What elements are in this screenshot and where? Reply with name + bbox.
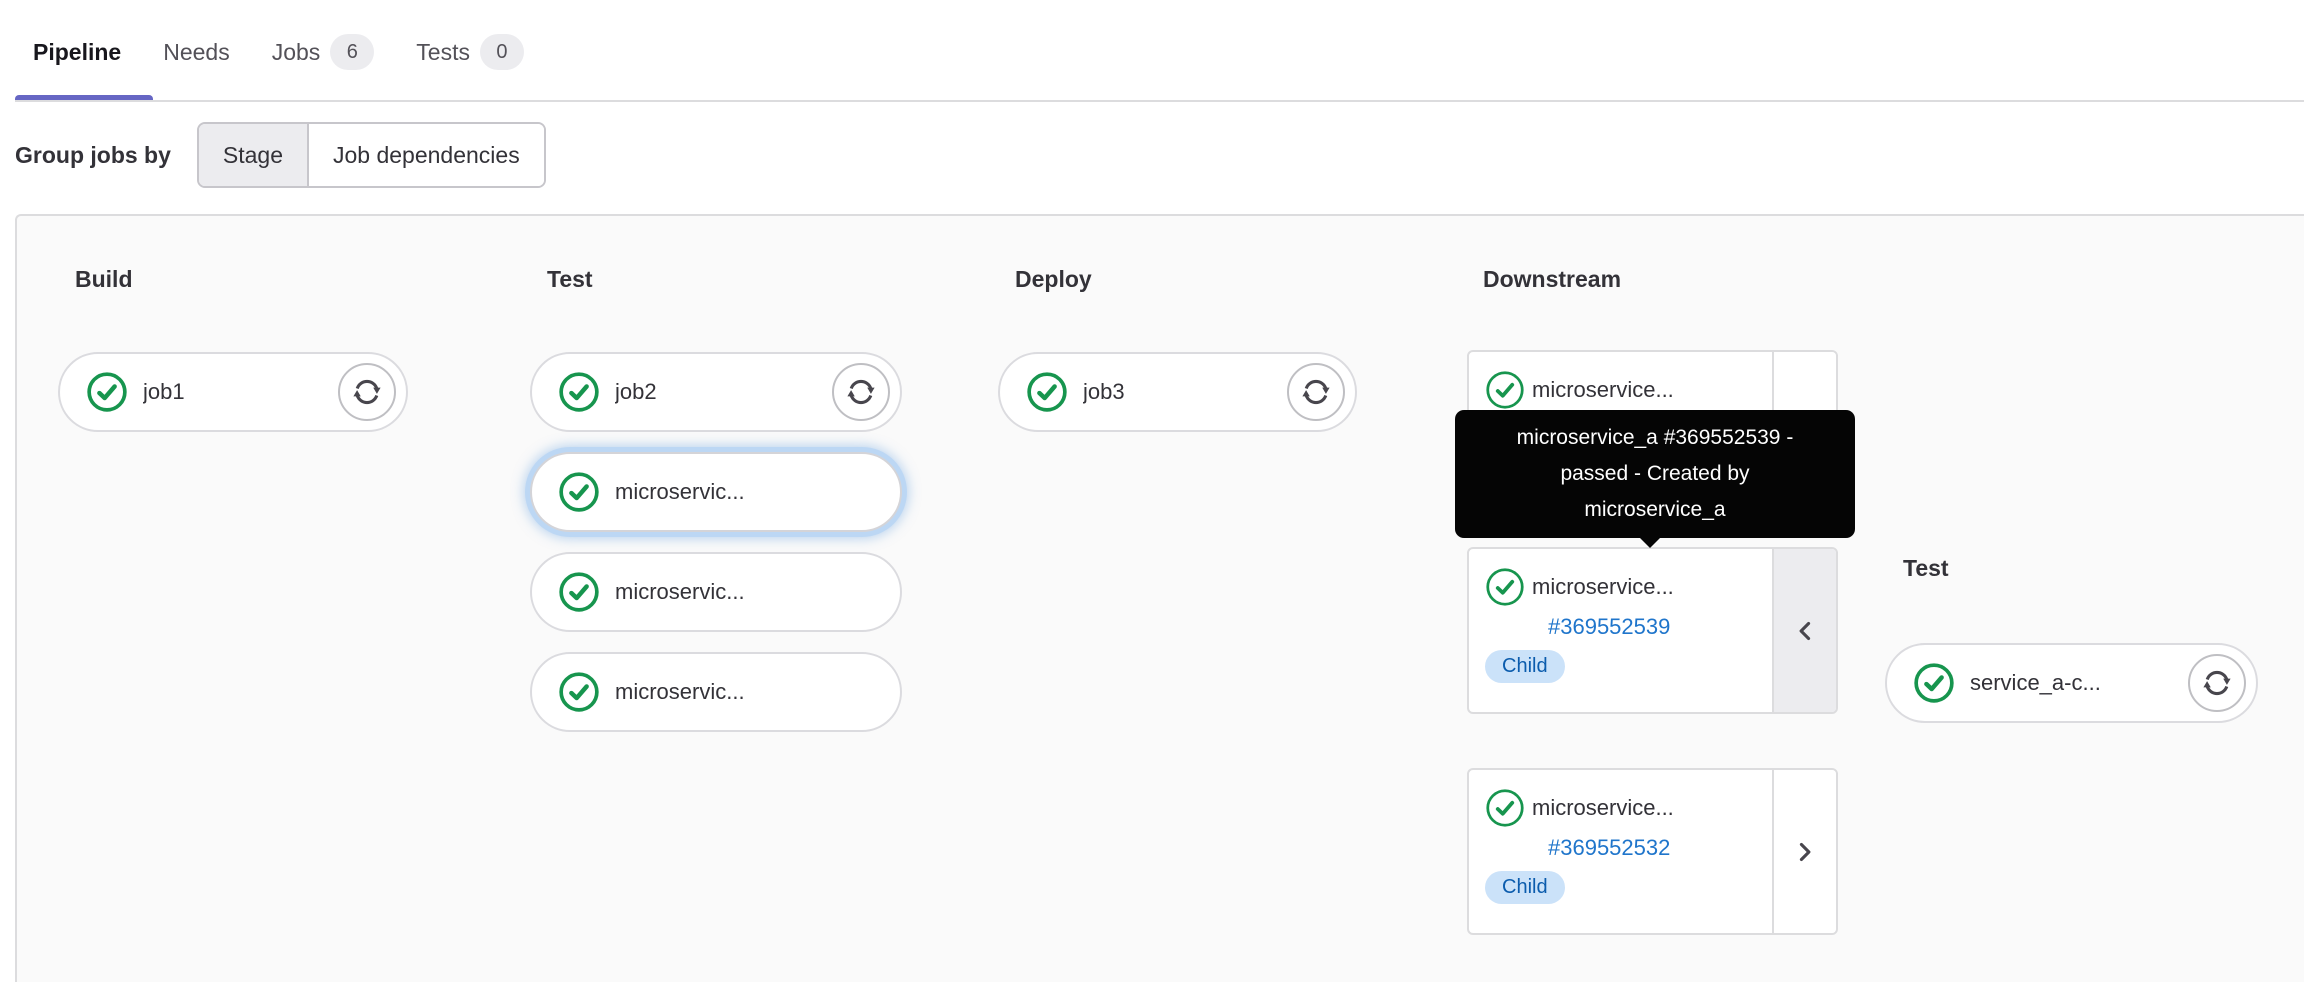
stage-title-downstream: Downstream: [1483, 266, 1622, 292]
job-pill-service-a-child[interactable]: service_a-c...: [1885, 643, 2258, 723]
retry-icon: [2203, 670, 2231, 696]
stage-title-deploy: Deploy: [1015, 266, 1092, 292]
tab-tests-label: Tests: [416, 38, 470, 65]
group-jobs-toolbar: Group jobs by Stage Job dependencies: [15, 122, 546, 188]
tabs-bottom-border: [15, 100, 2304, 102]
downstream-pipeline-name[interactable]: microservice...: [1532, 377, 1674, 403]
pipeline-tabs: Pipeline Needs Jobs 6 Tests 0: [15, 22, 542, 82]
stage-title-test: Test: [547, 266, 593, 292]
tab-pipeline-label: Pipeline: [33, 38, 122, 65]
status-success-icon: [87, 372, 127, 412]
job-pill-microservice-trigger-3[interactable]: microservic...: [530, 652, 902, 732]
status-success-icon: [559, 472, 599, 512]
segment-stage[interactable]: Stage: [198, 124, 307, 186]
child-pipeline-badge: Child: [1485, 871, 1565, 904]
jobs-count-badge: 6: [330, 34, 375, 70]
job-name: job3: [1083, 379, 1125, 404]
retry-job-button[interactable]: [2188, 654, 2246, 712]
job-name: job1: [143, 379, 185, 404]
tab-needs-label: Needs: [163, 38, 230, 65]
retry-icon: [847, 379, 875, 405]
pipeline-tooltip: microservice_a #369552539 - passed - Cre…: [1455, 410, 1855, 548]
tab-tests[interactable]: Tests 0: [398, 22, 542, 82]
group-jobs-segmented-control: Stage Job dependencies: [196, 122, 546, 188]
stage-column-test: Test job2 microservic... microservic... …: [530, 264, 902, 752]
expand-downstream-button[interactable]: [1772, 770, 1836, 933]
status-success-icon: [1027, 372, 1067, 412]
retry-job-button[interactable]: [832, 363, 890, 421]
status-success-icon: [559, 572, 599, 612]
job-pill-microservice-trigger-1[interactable]: microservic...: [530, 452, 902, 532]
downstream-pipeline-name[interactable]: microservice...: [1532, 574, 1674, 600]
job-pill-microservice-trigger-2[interactable]: microservic...: [530, 552, 902, 632]
downstream-card-body: microservice... #369552539 Child: [1469, 549, 1772, 712]
tooltip-line: microservice_a #369552539 -: [1516, 426, 1794, 449]
stage-column-downstream: Downstream microservice... microservice.…: [1467, 264, 1838, 968]
tab-needs[interactable]: Needs: [145, 22, 247, 82]
stage-title-child-test: Test: [1903, 555, 1949, 581]
status-success-icon: [559, 672, 599, 712]
downstream-pipeline-card-3[interactable]: microservice... #369552532 Child: [1467, 768, 1838, 935]
job-name: microservic...: [615, 479, 745, 504]
pipeline-graph-page: Pipeline Needs Jobs 6 Tests 0 Group jobs…: [0, 0, 2304, 982]
segment-job-dependencies[interactable]: Job dependencies: [307, 124, 544, 186]
chevron-right-icon: [1799, 842, 1811, 861]
status-success-icon: [1486, 568, 1524, 606]
collapse-downstream-button[interactable]: [1772, 549, 1836, 712]
tooltip-line: passed - Created by: [1560, 462, 1750, 485]
retry-icon: [353, 379, 381, 405]
status-success-icon: [1486, 789, 1524, 827]
job-name: microservic...: [615, 579, 745, 604]
stage-column-deploy: Deploy job3: [998, 264, 1357, 452]
downstream-pipeline-id-link[interactable]: #369552532: [1548, 835, 1670, 861]
job-pill-job2[interactable]: job2: [530, 352, 902, 432]
job-name: service_a-c...: [1970, 670, 2101, 695]
tab-pipeline[interactable]: Pipeline: [15, 22, 139, 82]
stage-title-build: Build: [75, 266, 133, 292]
job-pill-job3[interactable]: job3: [998, 352, 1357, 432]
job-pill-job1[interactable]: job1: [58, 352, 408, 432]
child-pipeline-badge: Child: [1485, 650, 1565, 683]
stage-column-build: Build job1: [58, 264, 408, 452]
stage-column-child-test: Test service_a-c...: [1885, 553, 2258, 743]
retry-job-button[interactable]: [338, 363, 396, 421]
downstream-pipeline-id-link[interactable]: #369552539: [1548, 614, 1670, 640]
downstream-pipeline-card-2[interactable]: microservice... #369552539 Child: [1467, 547, 1838, 714]
tab-jobs-label: Jobs: [271, 38, 321, 65]
job-name: microservic...: [615, 679, 745, 704]
job-name: job2: [615, 379, 657, 404]
downstream-card-body: microservice... #369552532 Child: [1469, 770, 1772, 933]
status-success-icon: [1486, 371, 1524, 409]
tooltip-arrow: [1639, 537, 1661, 548]
downstream-pipeline-name[interactable]: microservice...: [1532, 795, 1674, 821]
tab-jobs[interactable]: Jobs 6: [254, 22, 393, 82]
retry-job-button[interactable]: [1287, 363, 1345, 421]
tooltip-line: microservice_a: [1584, 498, 1726, 521]
status-success-icon: [1914, 663, 1954, 703]
group-jobs-by-label: Group jobs by: [15, 141, 171, 168]
status-success-icon: [559, 372, 599, 412]
chevron-left-icon: [1799, 621, 1811, 640]
tests-count-badge: 0: [479, 34, 524, 70]
retry-icon: [1302, 379, 1330, 405]
